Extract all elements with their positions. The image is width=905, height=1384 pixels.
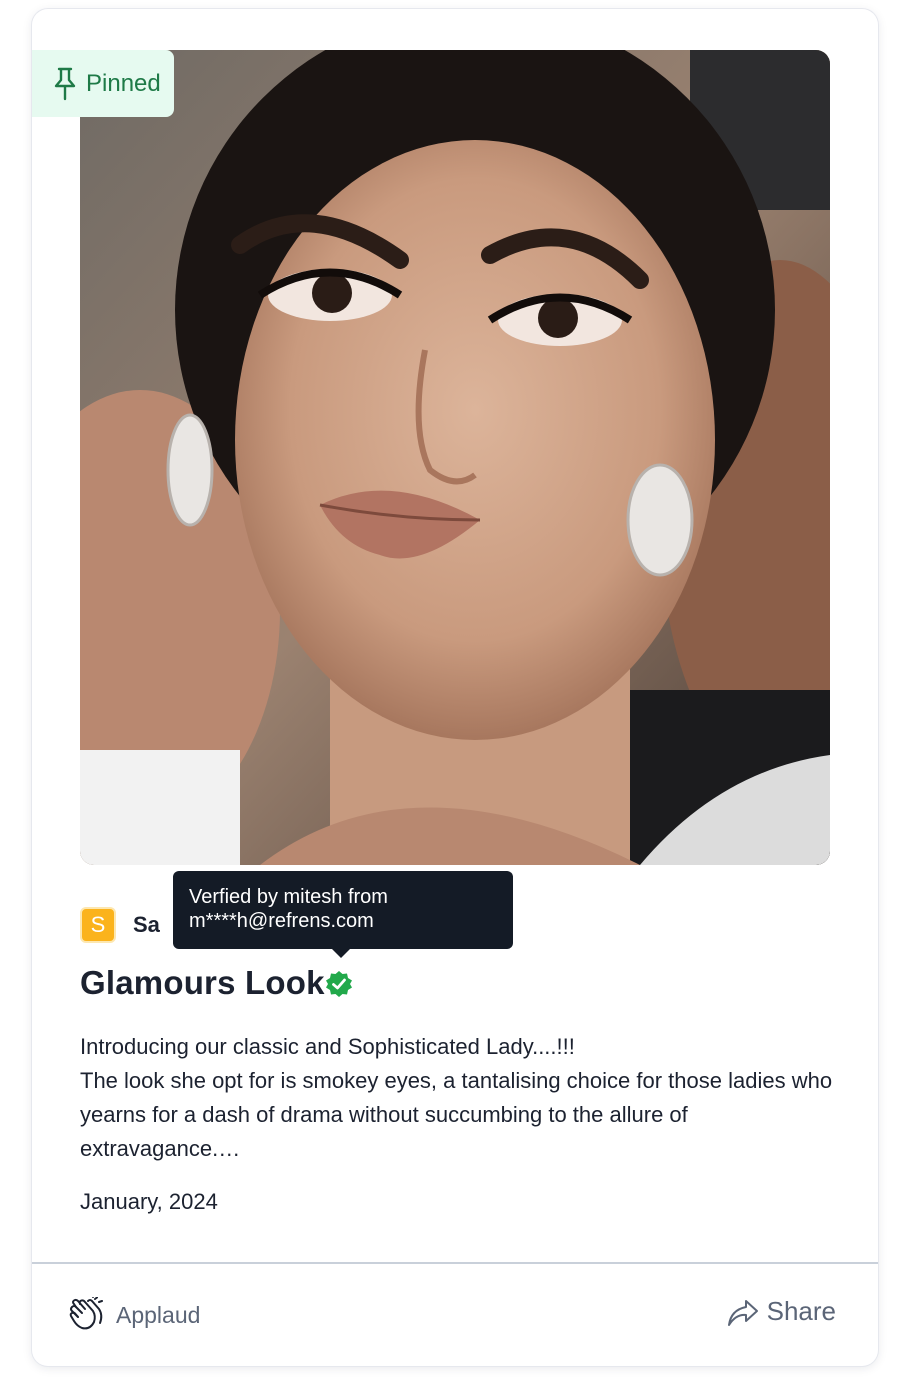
share-arrow-icon (727, 1299, 758, 1326)
pinned-label: Pinned (86, 69, 161, 97)
tooltip-arrow (332, 949, 350, 958)
post-image[interactable] (80, 50, 830, 865)
applaud-label: Applaud (116, 1301, 201, 1328)
tooltip-line-1: Verfied by mitesh from (189, 886, 388, 908)
divider (32, 1262, 878, 1264)
pinned-badge: Pinned (32, 50, 174, 117)
post-card: Pinned S Sa Verfied by mitesh from m****… (32, 9, 878, 1366)
share-label: Share (766, 1296, 836, 1326)
share-button[interactable]: Share (727, 1296, 836, 1327)
applaud-button[interactable]: Applaud (68, 1297, 200, 1333)
author-row[interactable]: S Sa (80, 907, 160, 943)
tooltip-line-2: m****h@refrens.com (189, 910, 374, 932)
clapping-hands-icon (69, 1297, 103, 1330)
title-row: Glamours Look (80, 964, 353, 1002)
avatar[interactable]: S (80, 907, 116, 943)
post-title[interactable]: Glamours Look (80, 964, 325, 1002)
pin-icon (54, 67, 76, 100)
verification-tooltip: Verfied by mitesh from m****h@refrens.co… (173, 871, 513, 949)
post-description: Introducing our classic and Sophisticate… (80, 1030, 840, 1166)
verified-check-icon[interactable] (325, 970, 353, 998)
author-name[interactable]: Sa (133, 912, 160, 938)
portrait-photo (80, 50, 830, 865)
description-line-2: The look she opt for is smokey eyes, a t… (80, 1068, 833, 1161)
description-line-1: Introducing our classic and Sophisticate… (80, 1034, 575, 1059)
post-date: January, 2024 (80, 1189, 218, 1214)
